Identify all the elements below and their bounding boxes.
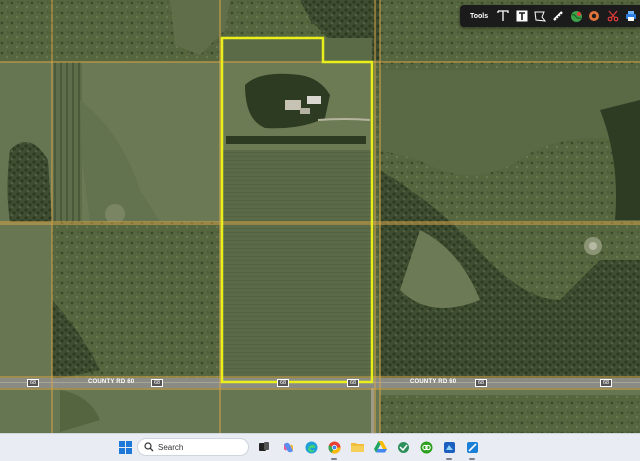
windows-start-icon — [118, 440, 132, 454]
circle-buffer-icon — [589, 11, 600, 21]
quickbooks-icon — [420, 441, 432, 453]
app-icon — [397, 441, 409, 453]
app-button-2[interactable] — [441, 439, 457, 455]
road-label: COUNTY RD 60 — [410, 379, 457, 385]
road-label: COUNTY RD 60 — [88, 379, 135, 385]
highway-shield: 68 — [475, 379, 488, 387]
toolbar-title: Tools — [470, 12, 489, 20]
copilot-icon — [283, 442, 293, 452]
buffer-tool-button[interactable] — [585, 6, 603, 26]
text-box-icon — [516, 10, 527, 22]
measure-tool-button[interactable] — [549, 6, 567, 26]
app-button[interactable] — [395, 439, 411, 455]
text-box-tool-button[interactable] — [512, 6, 530, 26]
text-tool-button[interactable] — [494, 6, 512, 26]
globe-location-icon — [570, 10, 582, 22]
cut-tool-button[interactable] — [604, 6, 622, 26]
polygon-icon — [534, 11, 546, 22]
taskbar-search[interactable]: Search — [137, 438, 249, 456]
print-icon — [625, 11, 636, 21]
app-icon-2 — [443, 441, 455, 453]
app-button-3[interactable] — [464, 439, 480, 455]
search-icon — [144, 442, 154, 452]
task-view-button[interactable] — [256, 439, 272, 455]
text-icon — [497, 10, 509, 21]
map-view[interactable]: 68 COUNTY RD 60 68 68 68 COUNTY RD 60 68… — [0, 0, 640, 433]
highway-shield: 68 — [27, 379, 40, 387]
quickbooks-button[interactable] — [418, 439, 434, 455]
tools-toolbar: Tools — [460, 5, 640, 27]
polygon-tool-button[interactable] — [531, 6, 549, 26]
windows-taskbar: Search — [0, 433, 640, 461]
location-tool-button[interactable] — [567, 6, 585, 26]
ruler-icon — [553, 11, 563, 21]
highway-shield: 68 — [600, 379, 613, 387]
start-button[interactable] — [117, 439, 133, 455]
chrome-button[interactable] — [326, 439, 342, 455]
highway-shield: 68 — [347, 379, 360, 387]
file-explorer-icon — [350, 443, 364, 452]
print-tool-button[interactable] — [622, 6, 640, 26]
edge-icon — [305, 441, 317, 453]
scissors-icon — [607, 10, 619, 22]
highway-shield: 68 — [277, 379, 290, 387]
google-drive-icon — [373, 441, 387, 453]
google-drive-button[interactable] — [372, 439, 388, 455]
edge-button[interactable] — [303, 439, 319, 455]
search-placeholder: Search — [158, 442, 184, 452]
copilot-button[interactable] — [280, 439, 296, 455]
file-explorer-button[interactable] — [349, 439, 365, 455]
highway-shield: 68 — [151, 379, 164, 387]
task-view-icon — [259, 442, 269, 451]
app-icon-3 — [466, 441, 478, 453]
satellite-imagery[interactable] — [0, 0, 640, 433]
chrome-icon — [327, 441, 340, 454]
